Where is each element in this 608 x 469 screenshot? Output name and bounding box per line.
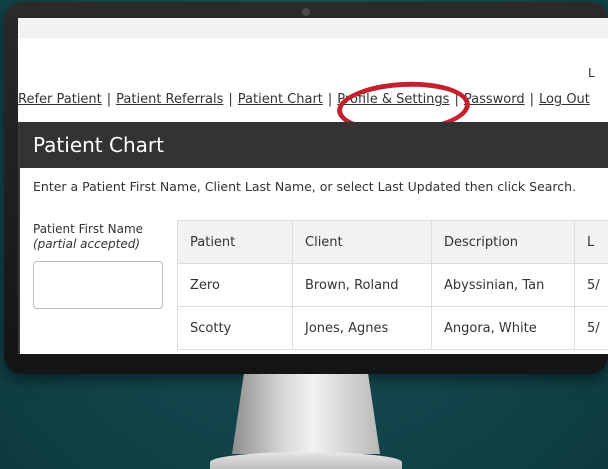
nav-separator: | bbox=[327, 92, 333, 107]
screen: L Refer Patient | Patient Referrals | Patien… bbox=[18, 18, 608, 354]
browser-top-strip bbox=[18, 18, 608, 38]
nav-refer-patient[interactable]: Refer Patient bbox=[18, 92, 102, 107]
nav-separator: | bbox=[529, 92, 534, 107]
column-header-description[interactable]: Description bbox=[431, 220, 575, 264]
patient-first-name-input[interactable] bbox=[33, 261, 163, 309]
table-header-row: Patient Client Description L bbox=[177, 220, 608, 264]
cell-client: Jones, Agnes bbox=[292, 306, 432, 350]
column-header-last-updated[interactable]: L bbox=[574, 220, 608, 264]
nav-separator: | bbox=[106, 92, 112, 107]
nav-password[interactable]: Password bbox=[464, 92, 525, 107]
first-name-label-text: Patient First Name bbox=[33, 222, 144, 236]
page-title: Patient Chart bbox=[33, 133, 164, 157]
panel-header: Patient Chart bbox=[20, 122, 608, 168]
monitor-base bbox=[210, 452, 402, 469]
monitor-neck bbox=[232, 374, 380, 454]
first-name-hint: (partial accepted) bbox=[33, 237, 141, 251]
cell-last-updated: 5/ bbox=[574, 263, 608, 307]
top-nav: Refer Patient | Patient Referrals | Patient … bbox=[18, 92, 590, 107]
column-header-client[interactable]: Client bbox=[292, 220, 432, 264]
table-row[interactable]: Zero Brown, Roland Abyssinian, Tan 5/ bbox=[177, 263, 608, 307]
column-header-patient[interactable]: Patient bbox=[177, 220, 293, 264]
patient-table: Patient Client Description L Zero Brown,… bbox=[177, 220, 608, 350]
cell-description: Angora, White bbox=[431, 306, 575, 350]
cell-patient: Zero bbox=[177, 263, 293, 307]
patient-chart-panel: Patient Chart Enter a Patient First Name… bbox=[18, 122, 608, 354]
cell-client: Brown, Roland bbox=[292, 263, 432, 307]
cell-last-updated: 5/ bbox=[574, 306, 608, 350]
nav-log-out[interactable]: Log Out bbox=[539, 92, 590, 107]
cell-description: Abyssinian, Tan bbox=[431, 263, 575, 307]
first-name-label: Patient First Name (partial accepted) bbox=[33, 222, 143, 252]
search-instructions: Enter a Patient First Name, Client Last … bbox=[33, 179, 577, 194]
login-text-fragment: L bbox=[588, 66, 595, 80]
cell-patient: Scotty bbox=[177, 306, 293, 350]
nav-patient-chart[interactable]: Patient Chart bbox=[238, 92, 323, 107]
camera-dot bbox=[302, 8, 310, 16]
nav-separator: | bbox=[228, 92, 233, 107]
nav-patient-referrals[interactable]: Patient Referrals bbox=[116, 92, 223, 107]
table-row[interactable]: Scotty Jones, Agnes Angora, White 5/ bbox=[177, 306, 608, 350]
